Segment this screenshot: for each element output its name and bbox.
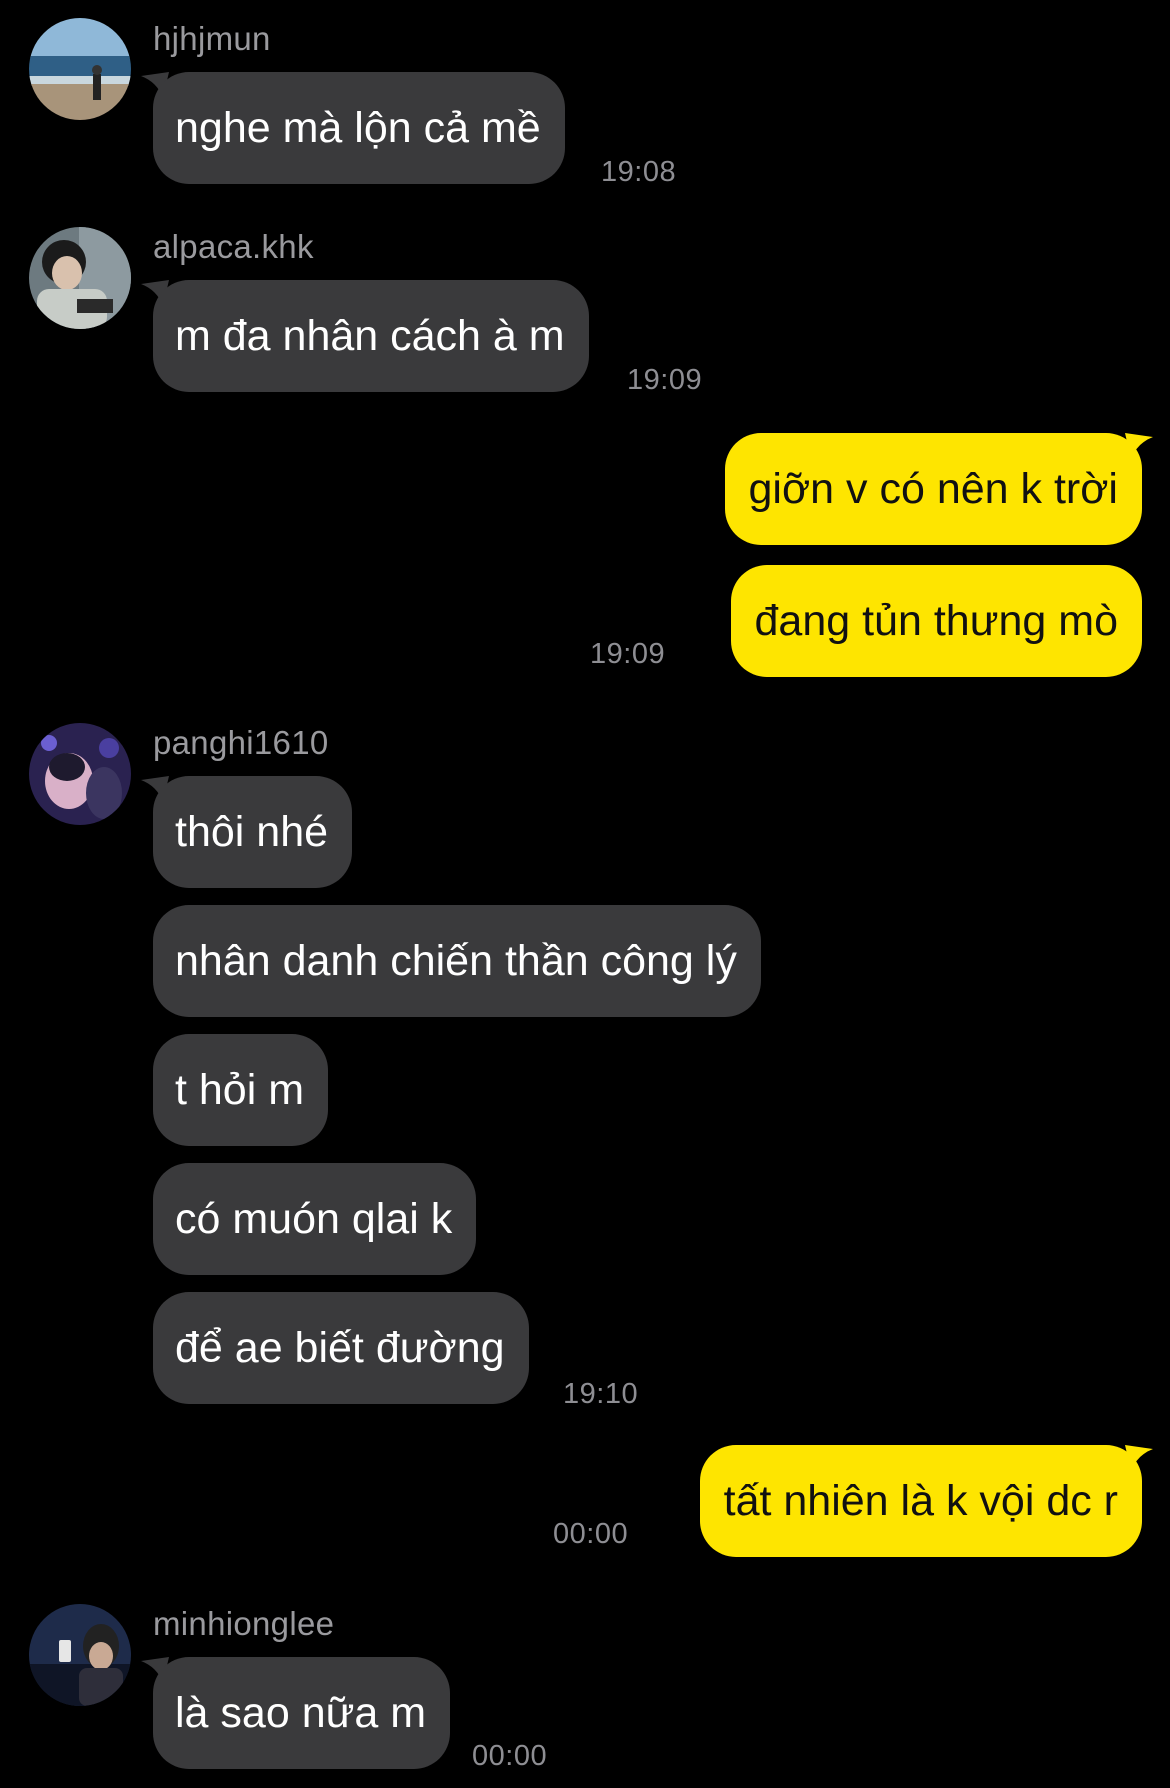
message-bubble[interactable]: có muón qlai k bbox=[153, 1163, 477, 1275]
message-bubble[interactable]: t hỏi m bbox=[153, 1034, 329, 1146]
message-bubble[interactable]: đang tủn thưng mò bbox=[730, 565, 1142, 677]
sender-name: alpaca.khk bbox=[153, 228, 314, 265]
message-time: 19:08 bbox=[601, 156, 677, 188]
message-bubble[interactable]: giỡn v có nên k trời bbox=[724, 433, 1142, 545]
message-bubble[interactable]: nhân danh chiến thần công lý bbox=[153, 905, 761, 1017]
avatar-minhionglee[interactable] bbox=[29, 1604, 131, 1706]
avatar-alpaca-khk[interactable] bbox=[29, 227, 131, 329]
message-bubble[interactable]: m đa nhân cách à m bbox=[153, 280, 589, 392]
sender-name: minhionglee bbox=[153, 1605, 335, 1642]
avatar-hjhjmun[interactable] bbox=[29, 18, 131, 120]
avatar-panghi1610[interactable] bbox=[29, 723, 131, 825]
message-bubble[interactable]: để ae biết đường bbox=[153, 1292, 529, 1404]
message-time: 19:09 bbox=[590, 638, 666, 670]
message-bubble[interactable]: thôi nhé bbox=[153, 776, 353, 888]
sender-name: panghi1610 bbox=[153, 724, 329, 761]
message-time: 19:09 bbox=[627, 364, 703, 396]
message-bubble[interactable]: nghe mà lộn cả mề bbox=[153, 72, 565, 184]
sender-name: hjhjmun bbox=[153, 20, 271, 57]
message-time: 00:00 bbox=[553, 1518, 629, 1550]
message-time: 19:10 bbox=[563, 1378, 639, 1410]
message-bubble[interactable]: là sao nữa m bbox=[153, 1657, 451, 1769]
message-time: 00:00 bbox=[472, 1740, 548, 1772]
message-bubble[interactable]: tất nhiên là k vội dc r bbox=[699, 1445, 1142, 1557]
